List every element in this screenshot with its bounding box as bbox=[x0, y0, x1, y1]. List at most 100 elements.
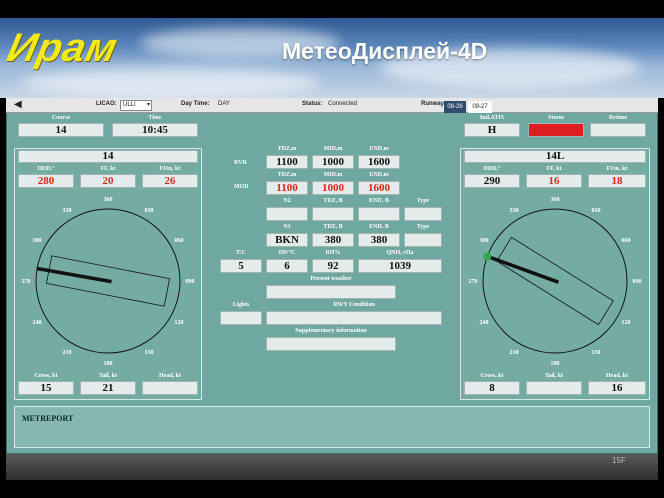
right-cross-value: 8 bbox=[464, 381, 520, 395]
left-tick-label: 210 bbox=[63, 350, 72, 356]
left-tick-label: 360 bbox=[104, 197, 113, 203]
n1-endb-value: 380 bbox=[358, 233, 400, 247]
present-weather-value bbox=[266, 285, 396, 299]
app-logo: Ирам bbox=[3, 26, 122, 70]
rh-label: RH% bbox=[325, 250, 341, 256]
n1-type-label: Type bbox=[416, 224, 430, 230]
course-value: 14 bbox=[18, 123, 104, 137]
rvr-tdz-value: 1100 bbox=[266, 155, 308, 169]
left-tick-label: 180 bbox=[104, 361, 113, 367]
n1-tdzb-label: TDZ, B bbox=[323, 224, 343, 230]
tc-label: T/C bbox=[235, 250, 246, 256]
mor-tdz-value: 1100 bbox=[266, 181, 308, 195]
daytime-label: Day Time: bbox=[181, 101, 210, 107]
n1-value: BKN bbox=[266, 233, 308, 247]
n2-type-value bbox=[404, 207, 442, 221]
course-label: Course bbox=[51, 115, 71, 121]
retime-label: Retime bbox=[608, 115, 628, 121]
footer-bar bbox=[6, 454, 658, 480]
rwy-condition-label: RWY Condition bbox=[333, 302, 375, 308]
right-ffm-value: 18 bbox=[588, 174, 646, 188]
right-ddd-label: DDD,° bbox=[483, 166, 501, 172]
rwy-condition-value bbox=[266, 311, 442, 325]
rvr-mid-value: 1000 bbox=[312, 155, 354, 169]
n2-tdzb-value bbox=[312, 207, 354, 221]
storm-label: Storm bbox=[548, 115, 564, 121]
n1-type-value bbox=[404, 233, 442, 247]
lights-value bbox=[220, 311, 262, 325]
right-ddd-value: 290 bbox=[464, 174, 520, 188]
right-tick-label: 360 bbox=[551, 197, 560, 203]
rvr-end-value: 1600 bbox=[358, 155, 400, 169]
n2-label: N2 bbox=[283, 198, 291, 204]
status-label: Status: bbox=[302, 101, 323, 107]
qnh-value: 1039 bbox=[358, 259, 442, 273]
mor-mid-value: 1000 bbox=[312, 181, 354, 195]
right-tail-value bbox=[526, 381, 582, 395]
right-tick-label: 030 bbox=[592, 208, 601, 214]
right-runway-title: 14L bbox=[464, 150, 646, 163]
runway-tab-0826[interactable]: 08-26 bbox=[444, 101, 466, 113]
runway-label: Runway: bbox=[421, 101, 447, 107]
storm-indicator bbox=[528, 123, 584, 137]
n1-tdzb-value: 380 bbox=[312, 233, 354, 247]
status-value: Connected bbox=[328, 101, 358, 107]
left-tick-label: 300 bbox=[33, 238, 42, 244]
right-wind-band bbox=[483, 252, 492, 261]
right-ff-value: 16 bbox=[526, 174, 582, 188]
supplementary-value bbox=[266, 337, 396, 351]
n2-endb-label: END, B bbox=[369, 198, 389, 204]
time-label: Time bbox=[148, 115, 162, 121]
right-tick-label: 240 bbox=[480, 320, 489, 326]
left-cross-value: 15 bbox=[18, 381, 74, 395]
right-tick-label: 270 bbox=[469, 279, 478, 285]
atis-label: Ind.ATIS bbox=[479, 115, 505, 121]
right-head-value: 16 bbox=[588, 381, 646, 395]
metreport-label: METREPORT bbox=[22, 414, 74, 423]
n1-endb-label: END, B bbox=[369, 224, 389, 230]
runway-tab-0927[interactable]: 09-27 bbox=[468, 101, 492, 113]
rvr-mid-label: MID,m bbox=[323, 146, 343, 152]
mor-label: MOR bbox=[234, 184, 249, 190]
left-tail-label: Tail, kt bbox=[98, 373, 118, 379]
left-tick-label: 120 bbox=[175, 320, 184, 326]
right-ff-label: FF, kt bbox=[546, 166, 562, 172]
daytime-value: DAY bbox=[218, 101, 230, 107]
time-value: 10:45 bbox=[112, 123, 198, 137]
n2-value bbox=[266, 207, 308, 221]
retime-value bbox=[590, 123, 646, 137]
left-cross-label: Cross, kt bbox=[34, 373, 58, 379]
right-tick-label: 090 bbox=[633, 279, 642, 285]
licao-select[interactable]: ULLI ▾ bbox=[120, 100, 152, 111]
mor-mid-label: MID,m bbox=[323, 172, 343, 178]
metreport-panel bbox=[14, 406, 650, 448]
right-tick-label: 330 bbox=[510, 208, 519, 214]
left-tick-label: 150 bbox=[145, 350, 154, 356]
n2-endb-value bbox=[358, 207, 400, 221]
right-head-label: Head, kt bbox=[605, 373, 628, 379]
right-tick-label: 060 bbox=[622, 238, 631, 244]
rh-value: 92 bbox=[312, 259, 354, 273]
left-tick-label: 090 bbox=[186, 279, 195, 285]
left-tick-label: 270 bbox=[22, 279, 31, 285]
left-tick-label: 240 bbox=[33, 320, 42, 326]
licao-label: LICAO: bbox=[96, 101, 117, 107]
left-ffm-label: FFm, kt bbox=[159, 166, 181, 172]
dp-label: DP/°C bbox=[278, 250, 296, 256]
rvr-label: RVR bbox=[234, 160, 247, 166]
right-tick-label: 120 bbox=[622, 320, 631, 326]
left-ff-label: FF, kt bbox=[100, 166, 116, 172]
rvr-tdz-label: TDZ,m bbox=[277, 146, 297, 152]
n2-type-label: Type bbox=[416, 198, 430, 204]
right-tail-label: Tail, kt bbox=[544, 373, 564, 379]
tc-value: 5 bbox=[220, 259, 262, 273]
chevron-down-icon: ▾ bbox=[146, 102, 150, 108]
left-ff-value: 20 bbox=[80, 174, 136, 188]
qnh-label: QNH, гПа bbox=[386, 250, 414, 256]
right-tick-label: 210 bbox=[510, 350, 519, 356]
left-wind-rose: 360 030 060 090 120 150 180 210 240 270 300 330 bbox=[22, 197, 195, 367]
right-ffm-label: FFm, kt bbox=[606, 166, 628, 172]
rvr-end-label: END,m bbox=[369, 146, 389, 152]
back-arrow-icon[interactable]: ◀ bbox=[14, 99, 22, 110]
supplementary-label: Supplementary information bbox=[295, 328, 367, 334]
